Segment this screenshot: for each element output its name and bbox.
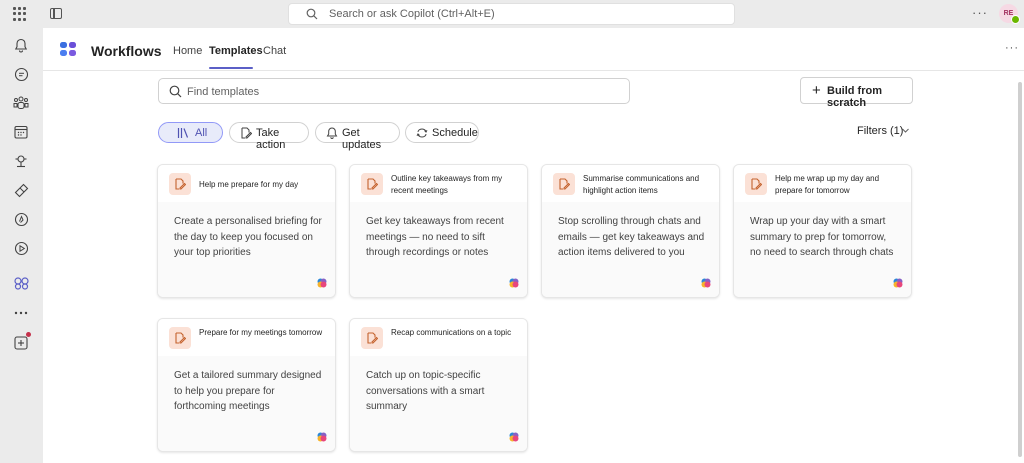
chip-get-updates-label: Get updates [342, 127, 382, 151]
copilot-icon [509, 432, 519, 442]
chat-icon[interactable] [11, 64, 31, 84]
card-title: Prepare for my meetings tomorrow [199, 328, 323, 337]
chip-schedule-label: Schedule [432, 127, 478, 139]
card-header: Outline key takeaways from my recent mee… [350, 165, 527, 202]
add-icon[interactable] [11, 333, 31, 353]
template-card[interactable]: Prepare for my meetings tomorrow Get a t… [157, 318, 336, 452]
workflows-icon[interactable] [11, 273, 31, 293]
refresh-icon [416, 128, 428, 138]
calendar-icon[interactable] [11, 122, 31, 142]
card-description: Wrap up your day with a smart summary to… [750, 216, 894, 258]
card-body: Get a tailored summary designed to help … [158, 356, 335, 451]
tab-home[interactable]: Home [173, 45, 202, 57]
title-bar: Search or ask Copilot (Ctrl+Alt+E) ··· R… [0, 0, 1024, 28]
template-card[interactable]: Recap communications on a topic Catch up… [349, 318, 528, 452]
template-card[interactable]: Help me prepare for my day Create a pers… [157, 164, 336, 298]
toggle-panel-icon[interactable] [50, 8, 62, 19]
teams-icon[interactable] [11, 93, 31, 113]
chevron-down-icon[interactable] [901, 126, 910, 135]
edit-document-icon [361, 173, 383, 195]
search-box[interactable]: Search or ask Copilot (Ctrl+Alt+E) [288, 3, 735, 25]
loop-icon[interactable] [11, 209, 31, 229]
chip-take-action-label: Take action [256, 127, 286, 151]
app-more-icon[interactable]: ··· [1005, 42, 1019, 54]
card-body: Create a personalised briefing for the d… [158, 202, 335, 297]
template-card[interactable]: Help me wrap up my day and prepare for t… [733, 164, 912, 298]
copilot-icon [317, 432, 327, 442]
more-icon[interactable] [11, 303, 31, 323]
card-description: Get a tailored summary designed to help … [174, 370, 322, 412]
avatar[interactable]: RE [999, 4, 1020, 24]
search-placeholder: Search or ask Copilot (Ctrl+Alt+E) [329, 8, 495, 20]
card-header: Help me wrap up my day and prepare for t… [734, 165, 911, 202]
app-launcher-icon[interactable] [13, 7, 27, 21]
card-description: Catch up on topic-specific conversations… [366, 370, 485, 412]
main-content: Workflows Home Templates Chat ··· Find t… [43, 28, 1024, 463]
card-title: Help me wrap up my day and prepare for t… [775, 174, 880, 195]
diamond-icon[interactable] [11, 180, 31, 200]
app-header: Workflows Home Templates Chat ··· [43, 28, 1024, 71]
edit-document-icon [361, 327, 383, 349]
card-description: Stop scrolling through chats and emails … [558, 216, 705, 258]
library-icon [177, 128, 189, 138]
card-description: Get key takeaways from recent meetings —… [366, 216, 504, 258]
scrollbar[interactable] [1018, 82, 1022, 457]
card-body: Wrap up your day with a smart summary to… [734, 202, 911, 297]
copilot-icon [701, 278, 711, 288]
filters-button[interactable]: Filters (1) [857, 125, 903, 137]
search-icon [306, 8, 318, 20]
edit-document-icon [169, 327, 191, 349]
app-rail [0, 28, 43, 463]
chip-all-label: All [195, 127, 208, 139]
find-templates-input[interactable]: Find templates [158, 78, 630, 104]
build-label: Build from scratch [827, 85, 882, 109]
chip-take-action[interactable]: Take action [229, 122, 309, 151]
card-body: Get key takeaways from recent meetings —… [350, 202, 527, 297]
bell-icon [326, 127, 338, 139]
bell-icon[interactable] [11, 35, 31, 55]
app-title: Workflows [91, 43, 162, 59]
edit-document-icon [169, 173, 191, 195]
card-description: Create a personalised briefing for the d… [174, 216, 322, 258]
copilot-icon [509, 278, 519, 288]
play-icon[interactable] [11, 238, 31, 258]
card-title: Outline key takeaways from my recent mee… [391, 174, 503, 195]
card-header: Prepare for my meetings tomorrow [158, 319, 335, 356]
chip-schedule[interactable]: Schedule [405, 122, 479, 143]
active-tab-indicator [209, 67, 253, 69]
copilot-icon [893, 278, 903, 288]
card-body: Stop scrolling through chats and emails … [542, 202, 719, 297]
tab-templates[interactable]: Templates [209, 45, 263, 57]
card-title: Help me prepare for my day [199, 180, 299, 189]
chip-get-updates[interactable]: Get updates [315, 122, 400, 151]
build-from-scratch-button[interactable]: + Build from scratch [800, 77, 913, 109]
settings-more-icon[interactable]: ··· [972, 5, 988, 20]
edit-document-icon [553, 173, 575, 195]
card-header: Help me prepare for my day [158, 165, 335, 202]
card-header: Recap communications on a topic [350, 319, 527, 356]
copilot-icon [317, 278, 327, 288]
phone-icon[interactable] [11, 151, 31, 171]
tab-chat[interactable]: Chat [263, 45, 286, 57]
find-placeholder: Find templates [187, 86, 260, 98]
template-card[interactable]: Summarise communications and highlight a… [541, 164, 720, 298]
card-header: Summarise communications and highlight a… [542, 165, 719, 202]
edit-icon [241, 127, 252, 139]
card-title: Recap communications on a topic [391, 328, 512, 337]
plus-icon: + [812, 82, 821, 99]
search-icon [169, 85, 182, 98]
template-card[interactable]: Outline key takeaways from my recent mee… [349, 164, 528, 298]
chip-all[interactable]: All [158, 122, 223, 143]
workflows-logo-icon [60, 42, 76, 56]
edit-document-icon [745, 173, 767, 195]
card-body: Catch up on topic-specific conversations… [350, 356, 527, 451]
card-title: Summarise communications and highlight a… [583, 174, 700, 195]
